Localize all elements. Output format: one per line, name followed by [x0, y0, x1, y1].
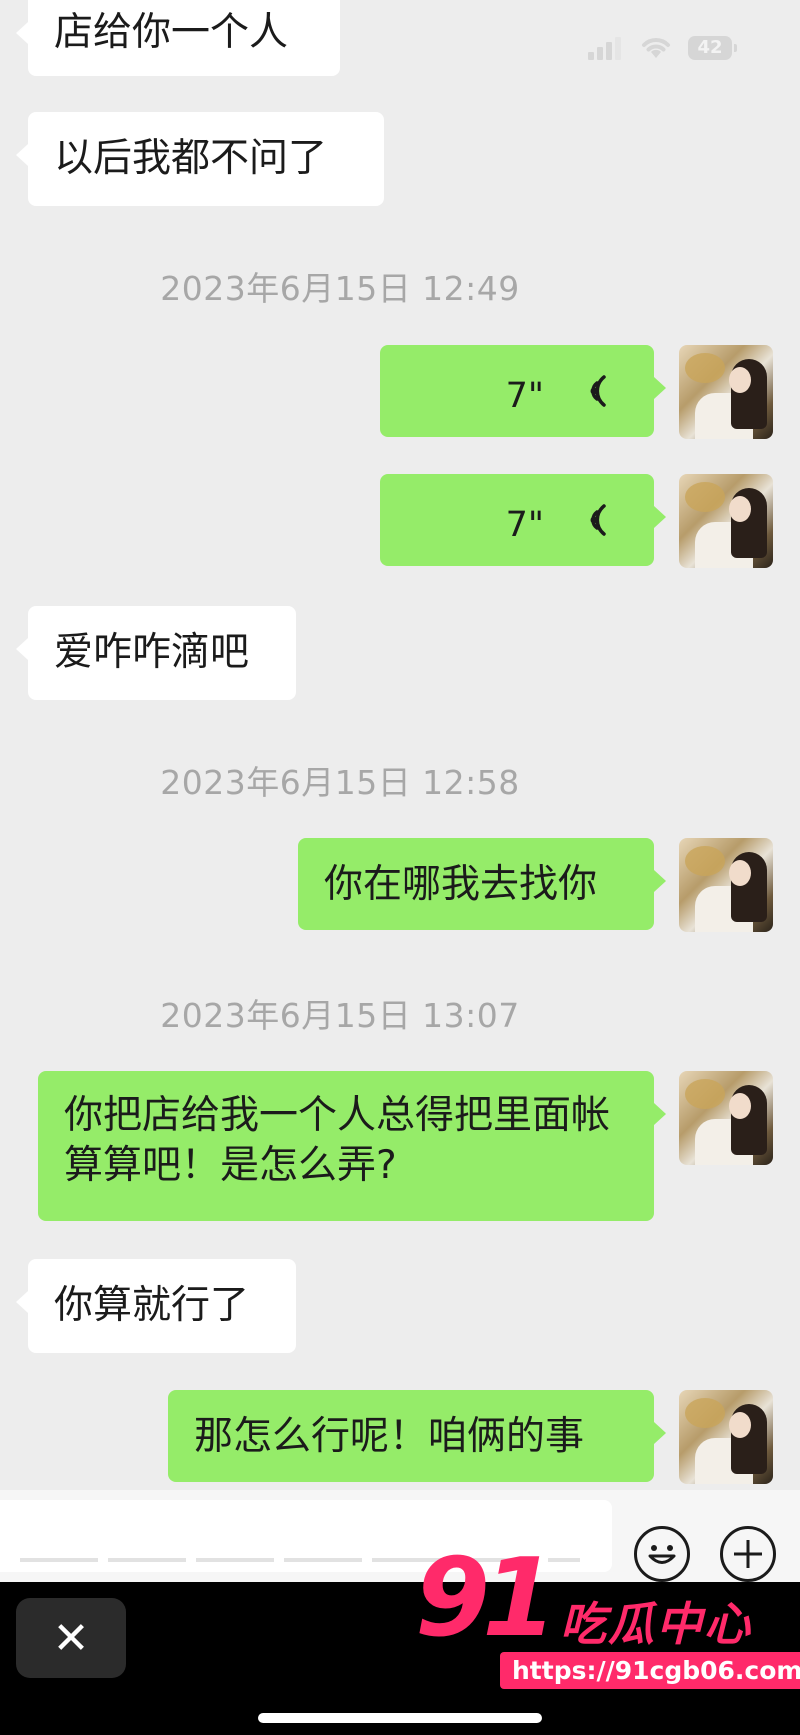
avatar[interactable] [679, 345, 773, 439]
message-outgoing[interactable]: 那怎么行呢！咱俩的事 [168, 1390, 666, 1482]
home-indicator[interactable] [258, 1713, 542, 1723]
voice-wave-icon [590, 375, 606, 407]
avatar[interactable] [679, 474, 773, 568]
message-text: 你把店给我一个人总得把里面帐算算吧！是怎么弄? [64, 1093, 611, 1188]
message-incoming[interactable]: 你算就行了 [16, 1259, 296, 1353]
avatar[interactable] [679, 1390, 773, 1484]
more-button[interactable] [720, 1526, 776, 1582]
voice-message[interactable]: 7" [380, 474, 666, 566]
close-icon: ✕ [52, 1612, 90, 1664]
plus-icon [734, 1540, 762, 1568]
avatar[interactable] [679, 838, 773, 932]
message-outgoing[interactable]: 你把店给我一个人总得把里面帐算算吧！是怎么弄? [38, 1071, 666, 1221]
message-outgoing[interactable]: 你在哪我去找你 [298, 838, 666, 930]
message-text: 你在哪我去找你 [324, 862, 598, 907]
message-text: 爱咋咋滴吧 [54, 630, 250, 675]
message-text: 你算就行了 [54, 1283, 250, 1328]
voice-duration: 7" [505, 376, 544, 416]
watermark-url: https://91cgb06.com [500, 1652, 800, 1689]
timestamp: 2023年6月15日 12:49 [160, 269, 520, 308]
timestamp: 2023年6月15日 13:07 [160, 996, 520, 1035]
voice-duration: 7" [505, 505, 544, 545]
message-incoming[interactable]: 店给你一个人 [16, 0, 340, 76]
status-bar: 42 [588, 36, 737, 60]
voice-wave-icon [590, 504, 606, 536]
wifi-icon [642, 38, 670, 58]
close-button[interactable]: ✕ [16, 1598, 126, 1678]
chat-area: 42 店给你一个人 以后我都不问了 2023年6月15日 12:49 7" 7" [0, 0, 800, 1490]
avatar[interactable] [679, 1071, 773, 1165]
emoji-button[interactable] [634, 1526, 690, 1582]
battery-indicator: 42 [688, 36, 737, 60]
watermark-number: 91 [415, 1536, 557, 1661]
emoji-icon [648, 1545, 676, 1564]
timestamp: 2023年6月15日 12:58 [160, 763, 520, 802]
message-incoming[interactable]: 以后我都不问了 [16, 112, 384, 206]
message-text: 店给你一个人 [54, 10, 289, 55]
message-incoming[interactable]: 爱咋咋滴吧 [16, 606, 296, 700]
voice-message[interactable]: 7" [380, 345, 666, 437]
signal-icon [588, 37, 621, 60]
watermark-name: 吃瓜中心 [560, 1597, 752, 1651]
message-text: 以后我都不问了 [54, 136, 328, 181]
message-text: 那怎么行呢！咱俩的事 [194, 1414, 585, 1459]
